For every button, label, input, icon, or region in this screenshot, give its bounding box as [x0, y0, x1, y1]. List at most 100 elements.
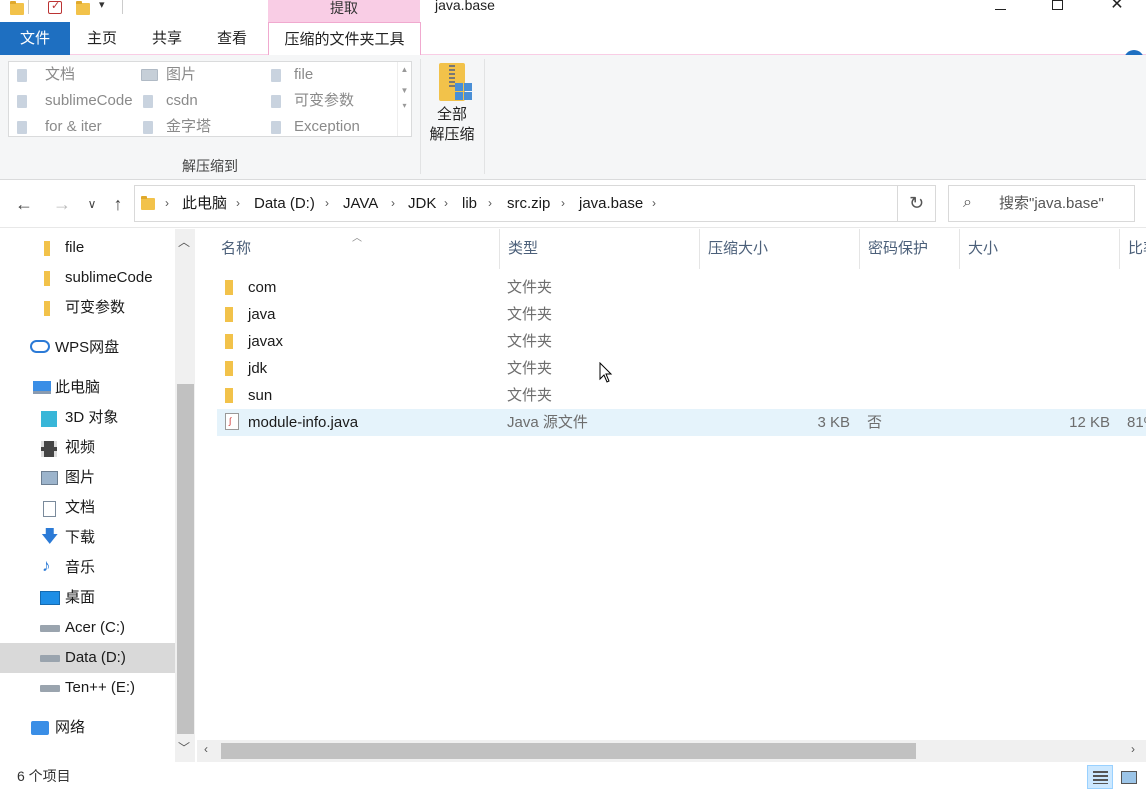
sidebar-item-this-pc[interactable]: 此电脑: [0, 373, 175, 403]
sidebar-item-label: 音乐: [65, 559, 96, 576]
breadcrumb-lib[interactable]: lib: [462, 186, 477, 221]
table-row[interactable]: ∫ module-info.java Java 源文件 3 KB 否 12 KB…: [217, 409, 1146, 436]
column-header-type[interactable]: 类型: [500, 229, 700, 269]
column-header-ratio[interactable]: 比率: [1120, 229, 1146, 269]
up-button[interactable]: ↑: [106, 192, 130, 216]
customize-quick-access-icon[interactable]: ▾: [99, 0, 105, 14]
minimize-button[interactable]: [977, 0, 1023, 16]
chevron-right-icon[interactable]: ›: [391, 186, 395, 221]
horizontal-scrollbar[interactable]: ‹ ›: [197, 740, 1146, 762]
table-row[interactable]: jdk 文件夹: [217, 355, 1146, 382]
large-icons-view-button[interactable]: [1116, 765, 1142, 789]
extract-all-icon: [435, 63, 472, 103]
maximize-button[interactable]: [1034, 0, 1080, 16]
search-placeholder: 搜索"java.base": [999, 195, 1104, 212]
gallery-item-file[interactable]: file: [271, 64, 391, 86]
sidebar-item-3d-objects[interactable]: 3D 对象: [0, 403, 175, 433]
scroll-left-icon[interactable]: ‹: [204, 742, 208, 756]
refresh-button[interactable]: ↻: [898, 185, 936, 222]
gallery-item-csdn[interactable]: csdn: [143, 90, 263, 112]
gallery-item-pictures[interactable]: 图片: [141, 64, 266, 86]
breadcrumb-jdk[interactable]: JDK: [408, 186, 436, 221]
sidebar-item-music[interactable]: ♪ 音乐: [0, 553, 175, 583]
close-button[interactable]: ✕: [1094, 0, 1140, 16]
chevron-right-icon[interactable]: ›: [488, 186, 492, 221]
file-type: Java 源文件: [507, 414, 588, 431]
folder-icon: [44, 271, 50, 286]
chevron-right-icon[interactable]: ›: [444, 186, 448, 221]
column-header-name[interactable]: 名称: [213, 229, 500, 269]
chevron-right-icon[interactable]: ›: [236, 186, 240, 221]
sidebar-item-varargs[interactable]: 可变参数: [0, 293, 175, 323]
file-type: 文件夹: [507, 387, 553, 404]
sidebar-item-pictures[interactable]: 图片: [0, 463, 175, 493]
sidebar-item-sublimecode[interactable]: sublimeCode: [0, 263, 175, 293]
extract-all-button[interactable]: 全部 解压缩: [428, 61, 476, 151]
gallery-scrollbar[interactable]: ▲ ▼ ▾: [397, 62, 411, 136]
address-bar[interactable]: › 此电脑 › Data (D:) › JAVA › JDK › lib › s…: [134, 185, 1017, 222]
gallery-item-sublimecode[interactable]: sublimeCode: [17, 90, 142, 112]
scroll-right-icon[interactable]: ›: [1131, 742, 1135, 756]
sidebar-item-documents[interactable]: 文档: [0, 493, 175, 523]
gallery-item-exception[interactable]: Exception: [271, 116, 391, 138]
sidebar-item-network[interactable]: 网络: [0, 713, 175, 743]
tab-view[interactable]: 查看: [204, 22, 260, 55]
chevron-right-icon[interactable]: ›: [165, 186, 169, 221]
file-size: 12 KB: [1069, 414, 1110, 431]
gallery-item-pyramid[interactable]: 金字塔: [143, 116, 263, 138]
properties-icon[interactable]: ✓: [48, 0, 62, 14]
sidebar-item-drive-c[interactable]: Acer (C:): [0, 613, 175, 643]
chevron-right-icon[interactable]: ›: [561, 186, 565, 221]
table-row[interactable]: javax 文件夹: [217, 328, 1146, 355]
gallery-more-icon[interactable]: ▾: [398, 101, 411, 110]
window-title: java.base: [435, 0, 495, 13]
gallery-item-for-iter[interactable]: for & iter: [17, 116, 137, 138]
breadcrumb-data-d[interactable]: Data (D:): [254, 186, 315, 221]
back-button[interactable]: ←: [12, 192, 36, 216]
sidebar-item-desktop[interactable]: 桌面: [0, 583, 175, 613]
sidebar-item-wps-cloud[interactable]: WPS网盘: [0, 333, 175, 363]
gallery-item-varargs[interactable]: 可变参数: [271, 90, 391, 112]
search-box[interactable]: ⌕ 搜索"java.base": [948, 185, 1135, 222]
tab-home[interactable]: 主页: [74, 22, 130, 55]
folder-icon: [17, 121, 27, 134]
sidebar-item-file[interactable]: file: [0, 233, 175, 263]
table-row[interactable]: sun 文件夹: [217, 382, 1146, 409]
column-header-size[interactable]: 大小: [960, 229, 1120, 269]
sidebar-item-label: 视频: [65, 439, 96, 456]
recent-locations-button[interactable]: ∨: [84, 192, 100, 216]
new-folder-icon[interactable]: [76, 1, 90, 18]
gallery-item-documents[interactable]: 文档: [17, 64, 137, 86]
details-view-button[interactable]: [1087, 765, 1113, 789]
breadcrumb-java[interactable]: JAVA: [343, 186, 378, 221]
folder-icon: [44, 241, 50, 256]
sidebar-item-label: 文档: [65, 499, 96, 516]
separator: [420, 59, 421, 174]
navigation-pane: file sublimeCode 可变参数 WPS网盘 此电脑 3D 对象 视频…: [0, 229, 195, 762]
sidebar-item-drive-d[interactable]: Data (D:): [0, 643, 175, 673]
tab-file[interactable]: 文件: [0, 22, 70, 55]
table-row[interactable]: com 文件夹: [217, 274, 1146, 301]
tab-share[interactable]: 共享: [138, 22, 196, 55]
file-type: 文件夹: [507, 279, 553, 296]
sidebar-item-drive-e[interactable]: Ten++ (E:): [0, 673, 175, 703]
chevron-right-icon[interactable]: ›: [652, 186, 656, 221]
sidebar-scroll-thumb[interactable]: [177, 384, 194, 734]
document-icon: [17, 69, 27, 82]
breadcrumb-this-pc[interactable]: 此电脑: [182, 186, 227, 221]
scroll-up-icon[interactable]: ︿: [178, 233, 190, 250]
scroll-down-icon[interactable]: ▼: [398, 86, 411, 95]
scroll-up-icon[interactable]: ▲: [398, 65, 411, 74]
scroll-down-icon[interactable]: ﹀: [178, 739, 190, 756]
chevron-right-icon[interactable]: ›: [325, 186, 329, 221]
table-row[interactable]: java 文件夹: [217, 301, 1146, 328]
sidebar-item-videos[interactable]: 视频: [0, 433, 175, 463]
breadcrumb-src-zip[interactable]: src.zip: [507, 186, 550, 221]
forward-button[interactable]: →: [50, 192, 74, 216]
tab-compressed-folder-tools[interactable]: 压缩的文件夹工具: [268, 22, 421, 56]
breadcrumb-java-base[interactable]: java.base: [579, 186, 643, 221]
horizontal-scroll-thumb[interactable]: [221, 743, 916, 759]
sidebar-item-downloads[interactable]: 🡇 下载: [0, 523, 175, 553]
column-header-password[interactable]: 密码保护: [860, 229, 960, 269]
column-header-compressed-size[interactable]: 压缩大小: [700, 229, 860, 269]
